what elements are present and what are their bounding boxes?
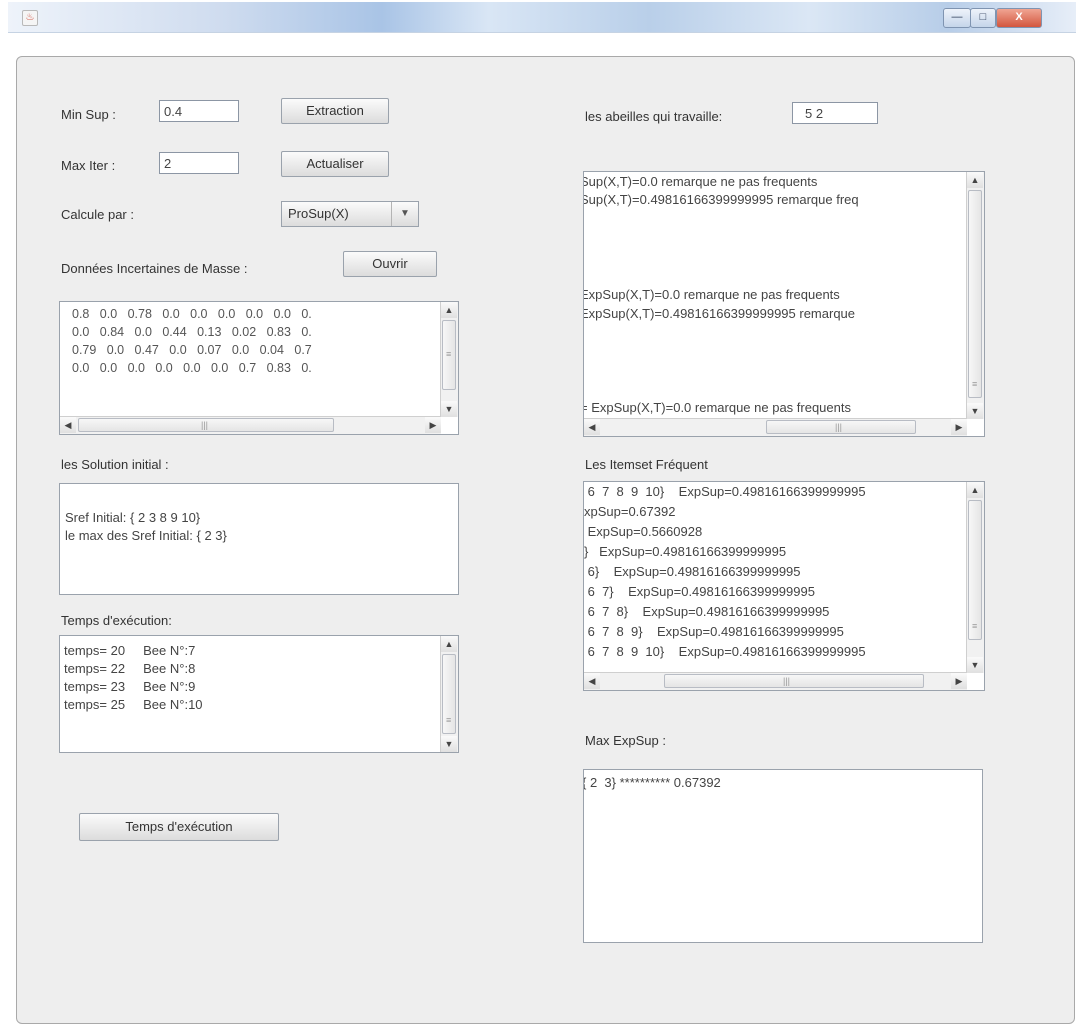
close-button[interactable]: X (996, 8, 1042, 28)
actualiser-button[interactable]: Actualiser (281, 151, 389, 177)
matrix-horizontal-scrollbar[interactable]: ◀ ||| ▶ (60, 416, 441, 434)
itemset-vertical-scrollbar[interactable]: ▲ ≡ ▼ (966, 482, 984, 673)
itemset-line: 6 7 8 9 10} ExpSup=0.49816166399999995 (584, 644, 866, 659)
solution-line: le max des Sref Initial: { 2 3} (65, 528, 227, 543)
scroll-thumb[interactable]: ≡ (968, 190, 982, 398)
min-sup-input[interactable]: 0.4 (159, 100, 239, 122)
temps-execution-button[interactable]: Temps d'exécution (79, 813, 279, 841)
calcule-select[interactable]: ProSup(X) ▼ (281, 201, 419, 227)
matrix-vertical-scrollbar[interactable]: ▲ ≡ ▼ (440, 302, 458, 417)
scroll-thumb[interactable]: ||| (78, 418, 334, 432)
scroll-up-icon[interactable]: ▲ (967, 172, 983, 188)
scroll-up-icon[interactable]: ▲ (441, 302, 457, 318)
java-cup-icon: ♨ (22, 10, 38, 26)
scroll-thumb[interactable]: ≡ (442, 320, 456, 390)
scroll-down-icon[interactable]: ▼ (967, 403, 983, 419)
calcule-selected-value: ProSup(X) (288, 206, 349, 221)
scroll-right-icon[interactable]: ▶ (951, 419, 967, 435)
abeilles-input[interactable]: 5 2 (792, 102, 878, 124)
itemset-line: 6 7} ExpSup=0.49816166399999995 (584, 584, 815, 599)
extraction-button[interactable]: Extraction (281, 98, 389, 124)
log-horizontal-scrollbar[interactable]: ◀ ||| ▶ (584, 418, 967, 436)
itemset-line: 6 7 8} ExpSup=0.49816166399999995 (584, 604, 830, 619)
main-panel: Min Sup : 0.4 Extraction Max Iter : 2 Ac… (16, 56, 1075, 1024)
matrix-row: 0.8 0.0 0.78 0.0 0.0 0.0 0.0 0.0 0. (72, 307, 312, 321)
scroll-right-icon[interactable]: ▶ (425, 417, 441, 433)
temps-line: temps= 25 Bee N°:10 (64, 697, 203, 712)
itemset-line: 6 7 8 9 10} ExpSup=0.49816166399999995 (584, 484, 866, 499)
temps-line: temps= 22 Bee N°:8 (64, 661, 196, 676)
log-vertical-scrollbar[interactable]: ▲ ≡ ▼ (966, 172, 984, 419)
temps-textarea[interactable]: temps= 20 Bee N°:7 temps= 22 Bee N°:8 te… (59, 635, 459, 753)
scroll-up-icon[interactable]: ▲ (441, 636, 457, 652)
matrix-textarea[interactable]: 0.8 0.0 0.78 0.0 0.0 0.0 0.0 0.0 0. 0.0 … (59, 301, 459, 435)
log-line: ExpSup(X,T)=0.49816166399999995 remarque (583, 306, 856, 321)
scroll-down-icon[interactable]: ▼ (441, 736, 457, 752)
solution-line: Sref Initial: { 2 3 8 9 10} (65, 510, 201, 525)
matrix-row: 0.79 0.0 0.47 0.0 0.07 0.0 0.04 0.7 (72, 343, 312, 357)
solution-label: les Solution initial : (61, 457, 169, 472)
log-line: = ExpSup(X,T)=0.0 remarque ne pas freque… (583, 400, 851, 415)
scroll-thumb[interactable]: ≡ (968, 500, 982, 640)
itemset-label: Les Itemset Fréquent (585, 457, 708, 472)
scroll-right-icon[interactable]: ▶ (951, 673, 967, 689)
itemset-horizontal-scrollbar[interactable]: ◀ ||| ▶ (584, 672, 967, 690)
log-textarea[interactable]: Sup(X,T)=0.0 remarque ne pas frequents S… (583, 171, 985, 437)
scroll-down-icon[interactable]: ▼ (967, 657, 983, 673)
ouvrir-button[interactable]: Ouvrir (343, 251, 437, 277)
solution-textarea[interactable]: Sref Initial: { 2 3 8 9 10} le max des S… (59, 483, 459, 595)
itemset-line: xpSup=0.67392 (584, 504, 676, 519)
scroll-down-icon[interactable]: ▼ (441, 401, 457, 417)
minimize-button[interactable]: — (943, 8, 971, 28)
calcule-label: Calcule par : (61, 207, 134, 222)
max-expsup-textarea[interactable]: { 2 3} ********** 0.67392 (583, 769, 983, 943)
max-iter-label: Max Iter : (61, 158, 116, 173)
log-line: Sup(X,T)=0.0 remarque ne pas frequents (583, 174, 818, 189)
temps-vertical-scrollbar[interactable]: ▲ ≡ ▼ (440, 636, 458, 752)
itemset-line: 6 7 8 9} ExpSup=0.49816166399999995 (584, 624, 844, 639)
log-line: ExpSup(X,T)=0.0 remarque ne pas frequent… (583, 287, 840, 302)
scroll-left-icon[interactable]: ◀ (60, 417, 76, 433)
log-line: Sup(X,T)=0.49816166399999995 remarque fr… (583, 192, 859, 207)
abeilles-label: les abeilles qui travaille: (585, 109, 723, 124)
temps-label: Temps d'exécution: (61, 613, 172, 628)
matrix-row: 0.0 0.0 0.0 0.0 0.0 0.0 0.7 0.83 0. (72, 361, 312, 375)
temps-line: temps= 23 Bee N°:9 (64, 679, 196, 694)
chevron-down-icon[interactable]: ▼ (391, 202, 418, 226)
scroll-thumb[interactable]: ||| (766, 420, 916, 434)
itemset-line: ExpSup=0.5660928 (584, 524, 703, 539)
max-expsup-value: { 2 3} ********** 0.67392 (583, 775, 721, 790)
matrix-row: 0.0 0.84 0.0 0.44 0.13 0.02 0.83 0. (72, 325, 312, 339)
itemset-line: } ExpSup=0.49816166399999995 (584, 544, 787, 559)
scroll-up-icon[interactable]: ▲ (967, 482, 983, 498)
scroll-thumb[interactable]: ≡ (442, 654, 456, 734)
itemset-textarea[interactable]: 6 7 8 9 10} ExpSup=0.49816166399999995 x… (583, 481, 985, 691)
temps-line: temps= 20 Bee N°:7 (64, 643, 196, 658)
max-iter-input[interactable]: 2 (159, 152, 239, 174)
max-expsup-label: Max ExpSup : (585, 733, 666, 748)
title-bar: ♨ — □ X (8, 2, 1076, 33)
scroll-left-icon[interactable]: ◀ (584, 673, 600, 689)
itemset-line: 6} ExpSup=0.49816166399999995 (584, 564, 801, 579)
maximize-button[interactable]: □ (970, 8, 996, 28)
scroll-left-icon[interactable]: ◀ (584, 419, 600, 435)
scroll-thumb[interactable]: ||| (664, 674, 924, 688)
min-sup-label: Min Sup : (61, 107, 116, 122)
donnees-label: Données Incertaines de Masse : (61, 261, 248, 276)
